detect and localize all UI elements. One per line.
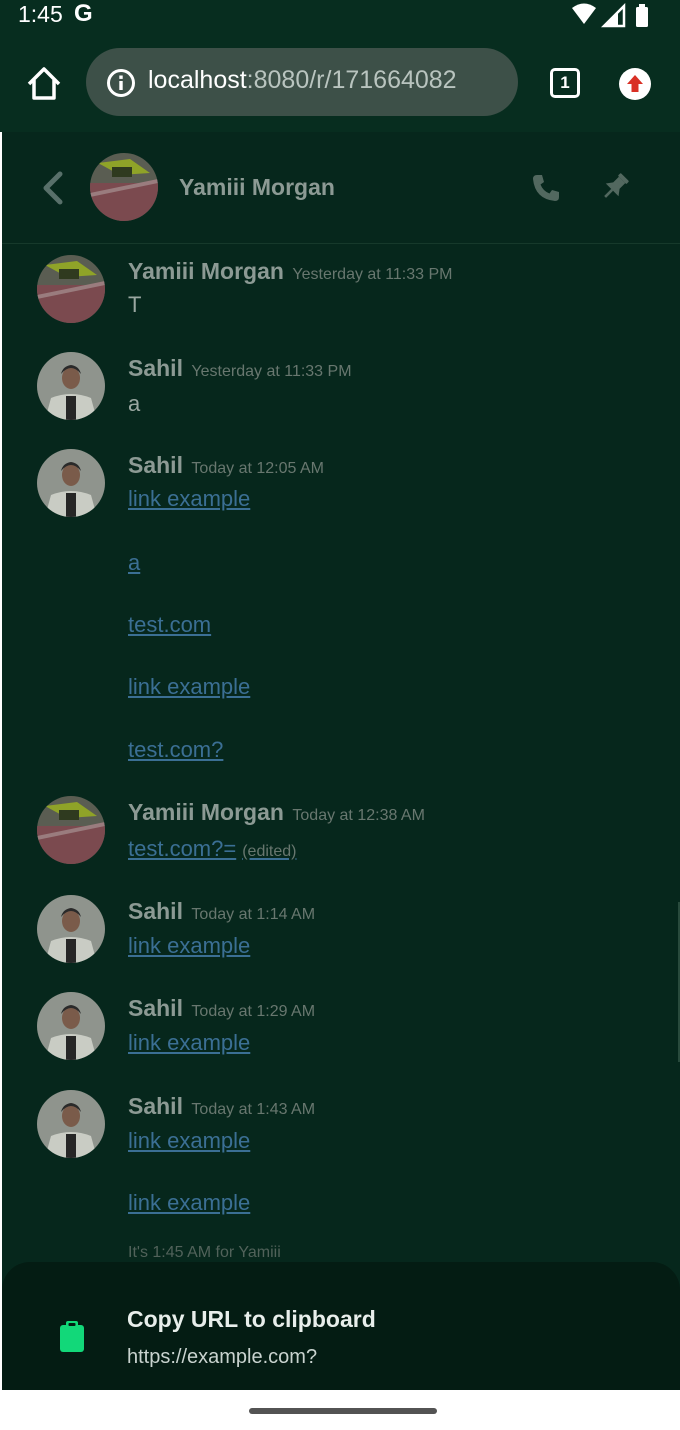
message-timestamp: Yesterday at 11:33 PM xyxy=(191,363,352,380)
update-button[interactable] xyxy=(619,68,651,100)
clipboard-icon xyxy=(58,1320,86,1354)
home-icon xyxy=(27,67,61,100)
message-header: Yamiii Morgan Yesterday at 11:33 PM xyxy=(128,258,453,285)
message-timestamp: Today at 1:43 AM xyxy=(191,1101,316,1118)
wifi-icon xyxy=(572,3,596,24)
message-link[interactable]: link example xyxy=(128,1030,250,1056)
message-timestamp: Today at 12:05 AM xyxy=(191,460,324,477)
chat-page: Yamiii Morgan Yamiii Morgan Yesterday at… xyxy=(2,132,680,1390)
message-link[interactable]: test.com? xyxy=(128,737,223,763)
message-link[interactable]: test.com xyxy=(128,612,211,638)
message-text: a xyxy=(128,391,141,416)
message-author[interactable]: Sahil xyxy=(128,898,183,924)
chat-title: Yamiii Morgan xyxy=(179,174,335,200)
site-info-icon[interactable] xyxy=(106,68,136,98)
url-text: localhost:8080/r/171664082 xyxy=(148,66,457,95)
message-author[interactable]: Sahil xyxy=(128,452,183,478)
message-timestamp: Today at 1:14 AM xyxy=(191,906,316,923)
status-time: 1:45 xyxy=(18,1,63,27)
message-header: Sahil Yesterday at 11:33 PM xyxy=(128,355,352,382)
url-host: localhost xyxy=(148,66,247,94)
local-time-note: It's 1:45 AM for Yamiii xyxy=(128,1244,281,1261)
copy-url-title[interactable]: Copy URL to clipboard xyxy=(127,1306,376,1333)
message-link[interactable]: link example xyxy=(128,933,250,959)
navigation-bar xyxy=(0,1390,680,1430)
update-arrow-icon xyxy=(627,75,643,92)
avatar[interactable] xyxy=(37,992,105,1060)
message-header: Yamiii Morgan Today at 12:38 AM xyxy=(128,799,425,826)
avatar[interactable] xyxy=(37,352,105,420)
status-icons xyxy=(570,2,666,33)
status-bar: 1:45 G xyxy=(0,0,680,32)
message-link[interactable]: link example xyxy=(128,486,250,512)
avatar[interactable] xyxy=(37,255,105,323)
message-timestamp: Today at 12:38 AM xyxy=(292,807,425,824)
phone-icon[interactable] xyxy=(530,172,562,204)
avatar[interactable] xyxy=(37,895,105,963)
message-link[interactable]: link example xyxy=(128,1190,250,1216)
pin-icon[interactable] xyxy=(598,170,632,204)
edited-label: (edited) xyxy=(242,843,297,860)
message-link-text[interactable]: test.com?= xyxy=(128,836,236,861)
message-author[interactable]: Yamiii Morgan xyxy=(128,799,284,825)
avatar[interactable] xyxy=(37,796,105,864)
message-timestamp: Today at 1:29 AM xyxy=(191,1003,316,1020)
message-link[interactable]: link example xyxy=(128,674,250,700)
message-header: Sahil Today at 1:29 AM xyxy=(128,995,315,1022)
signal-icon xyxy=(600,2,626,28)
message-header: Sahil Today at 1:14 AM xyxy=(128,898,315,925)
message-header: Sahil Today at 12:05 AM xyxy=(128,452,324,479)
message-link[interactable]: link example xyxy=(128,1128,250,1154)
message-timestamp: Yesterday at 11:33 PM xyxy=(292,266,453,283)
avatar[interactable] xyxy=(37,449,105,517)
message-link[interactable]: a xyxy=(128,550,140,576)
url-bar[interactable]: localhost:8080/r/171664082 xyxy=(86,48,518,116)
google-g-icon: G xyxy=(74,0,93,27)
battery-icon xyxy=(636,4,648,27)
home-button[interactable] xyxy=(24,64,64,104)
avatar[interactable] xyxy=(90,153,158,221)
copy-url-sheet[interactable]: Copy URL to clipboard https://example.co… xyxy=(2,1262,680,1390)
message-text: T xyxy=(128,292,142,317)
url-path: :8080/r/171664082 xyxy=(246,66,457,94)
message-author[interactable]: Sahil xyxy=(128,355,183,381)
chat-header: Yamiii Morgan xyxy=(2,132,680,244)
copy-url-value: https://example.com? xyxy=(127,1346,318,1368)
message-author[interactable]: Sahil xyxy=(128,1093,183,1119)
avatar[interactable] xyxy=(37,1090,105,1158)
message-header: Sahil Today at 1:43 AM xyxy=(128,1093,315,1120)
tab-switcher-button[interactable]: 1 xyxy=(550,68,580,98)
back-icon[interactable] xyxy=(38,170,68,206)
message-author[interactable]: Yamiii Morgan xyxy=(128,258,284,284)
browser-toolbar: localhost:8080/r/171664082 1 xyxy=(0,32,680,132)
message-link[interactable]: test.com?= (edited) xyxy=(128,836,296,862)
message-author[interactable]: Sahil xyxy=(128,995,183,1021)
gesture-handle[interactable] xyxy=(249,1408,437,1414)
